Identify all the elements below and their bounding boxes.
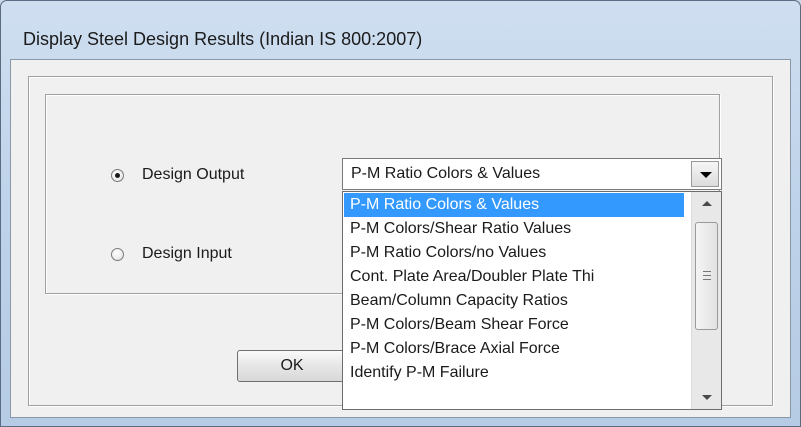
dropdown-item[interactable]: P-M Ratio Colors & Values	[344, 193, 684, 217]
dropdown-item[interactable]: Cont. Plate Area/Doubler Plate Thi	[344, 265, 684, 289]
design-input-label: Design Input	[142, 245, 232, 262]
scroll-down-button[interactable]	[692, 385, 721, 409]
design-output-label: Design Output	[142, 166, 245, 183]
combo-dropdown-button[interactable]	[691, 161, 719, 187]
design-output-combo[interactable]: P-M Ratio Colors & Values	[342, 158, 722, 190]
scroll-up-button[interactable]	[692, 192, 721, 216]
design-input-option[interactable]: Design Input	[111, 245, 232, 263]
dropdown-item[interactable]: P-M Colors/Shear Ratio Values	[344, 217, 684, 241]
design-input-radio[interactable]	[111, 247, 124, 261]
chevron-down-icon	[700, 172, 712, 178]
combo-selected-value: P-M Ratio Colors & Values	[351, 165, 541, 182]
title-bar[interactable]: Display Steel Design Results (Indian IS …	[1, 1, 800, 59]
dropdown-item[interactable]: Identify P-M Failure	[344, 361, 684, 385]
combo-dropdown-list[interactable]: P-M Ratio Colors & Values P-M Colors/She…	[342, 191, 722, 410]
design-output-option[interactable]: Design Output	[111, 166, 244, 184]
ok-button[interactable]: OK	[237, 350, 347, 382]
dialog-client-area: Design Output Design Input P-M Ratio Col…	[10, 59, 791, 418]
dropdown-item[interactable]: Beam/Column Capacity Ratios	[344, 289, 684, 313]
grip-icon	[703, 271, 711, 281]
scroll-up-icon	[702, 201, 712, 206]
design-output-radio[interactable]	[111, 168, 124, 182]
window-title: Display Steel Design Results (Indian IS …	[23, 29, 423, 49]
dropdown-scrollbar[interactable]	[691, 192, 721, 409]
dropdown-item[interactable]: P-M Ratio Colors/no Values	[344, 241, 684, 265]
scroll-down-icon	[702, 395, 712, 400]
dropdown-item[interactable]: P-M Colors/Beam Shear Force	[344, 313, 684, 337]
dialog-window: Display Steel Design Results (Indian IS …	[0, 0, 801, 427]
dropdown-item[interactable]: P-M Colors/Brace Axial Force	[344, 337, 684, 361]
scrollbar-thumb[interactable]	[695, 222, 718, 330]
